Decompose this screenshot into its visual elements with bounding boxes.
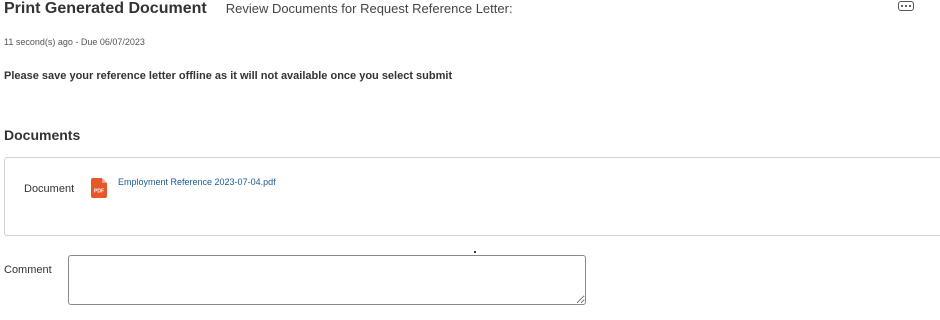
ellipsis-icon — [905, 5, 907, 7]
page-header: Print Generated Document Review Document… — [4, 0, 513, 18]
ellipsis-icon — [901, 5, 903, 7]
comment-label: Comment — [4, 264, 52, 276]
document-field-label: Document — [24, 183, 75, 195]
documents-panel: Document PDF Employment Reference 2023-0… — [4, 157, 940, 236]
pdf-file-icon[interactable]: PDF — [91, 178, 107, 198]
document-link[interactable]: Employment Reference 2023-07-04.pdf — [118, 177, 276, 187]
task-meta: 11 second(s) ago - Due 06/07/2023 — [4, 37, 145, 47]
stray-mark — [474, 251, 476, 253]
page-subtitle: Review Documents for Request Reference L… — [225, 1, 513, 16]
instruction-text: Please save your reference letter offlin… — [4, 70, 453, 82]
more-actions-button[interactable] — [898, 1, 914, 11]
pdf-icon-text: PDF — [94, 189, 104, 195]
documents-heading: Documents — [4, 127, 81, 143]
comment-textarea[interactable] — [68, 255, 586, 305]
ellipsis-icon — [909, 5, 911, 7]
page-title: Print Generated Document — [4, 0, 207, 17]
